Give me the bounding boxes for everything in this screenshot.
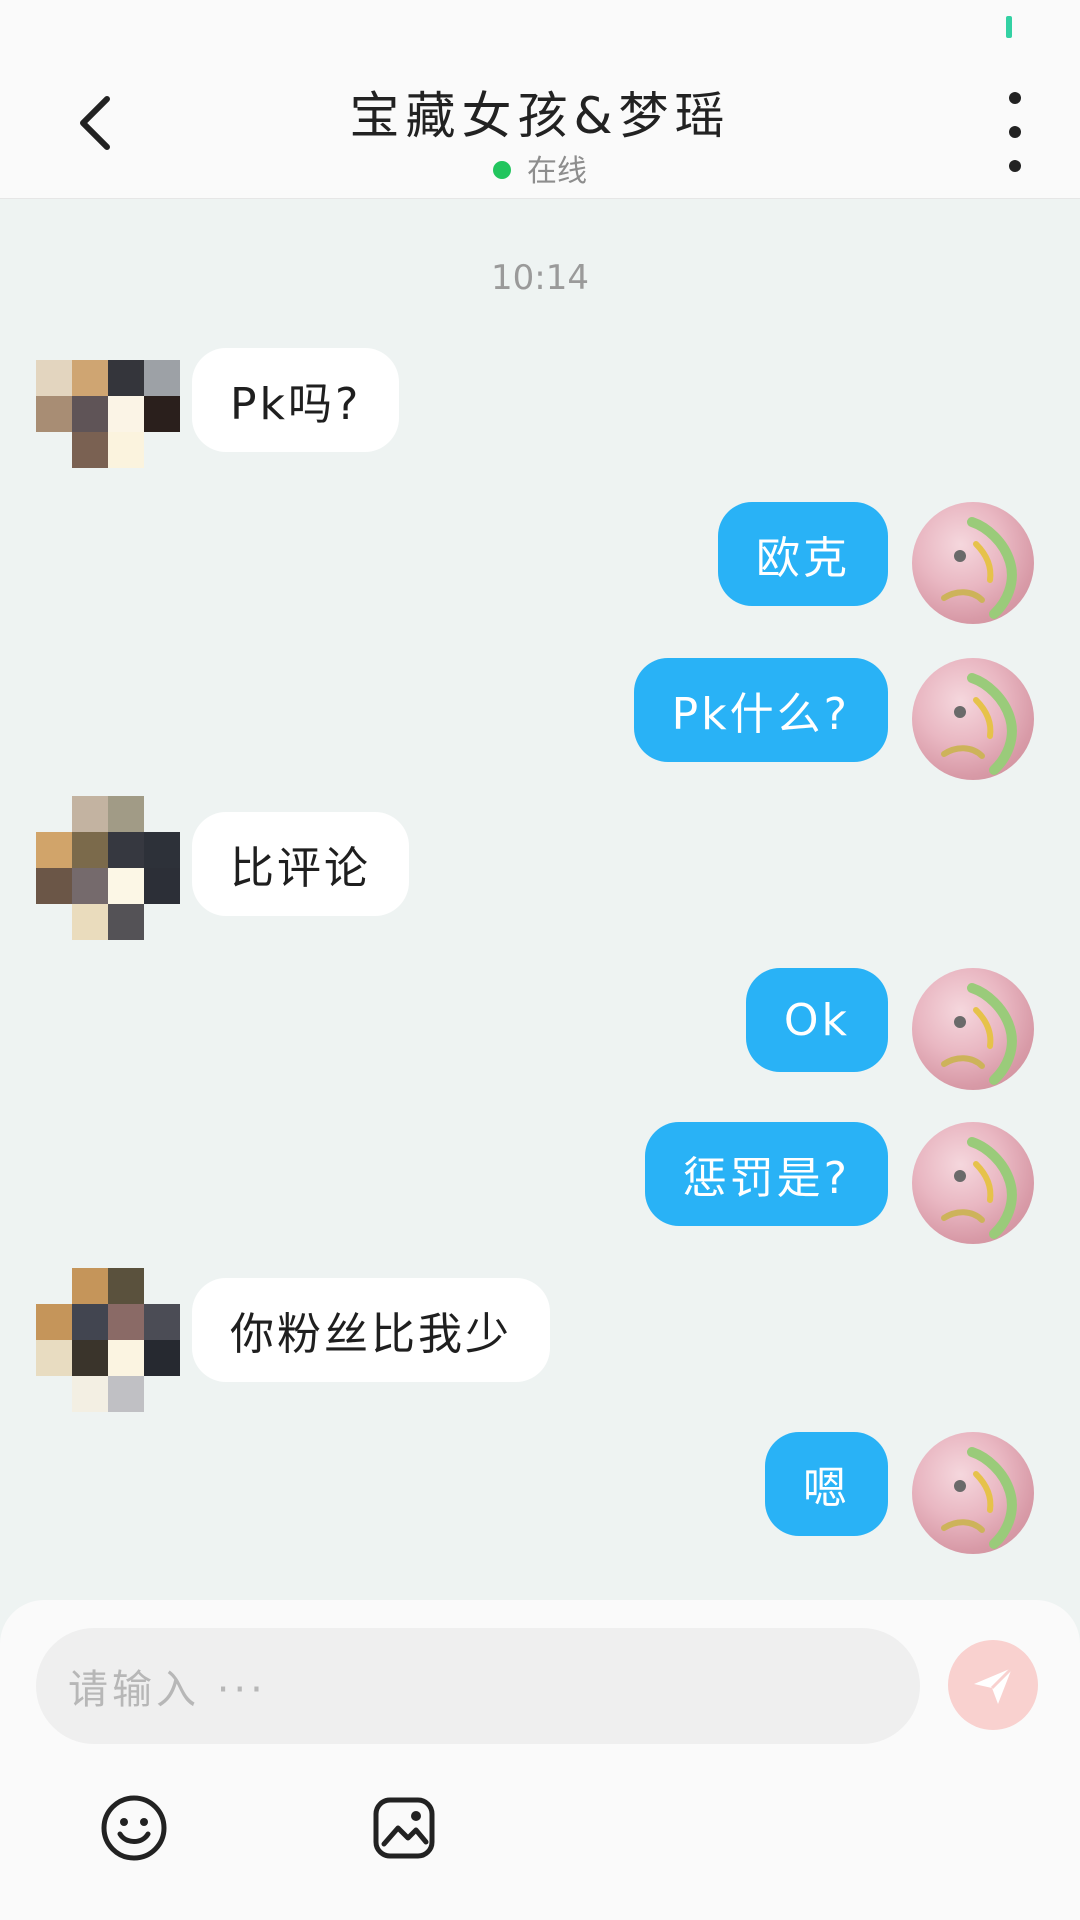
paper-plane-icon [974,1666,1014,1704]
image-button[interactable] [366,1790,442,1866]
user-avatar[interactable] [912,1432,1034,1554]
send-button[interactable] [948,1640,1038,1730]
online-status-label: 在线 [527,154,587,189]
contact-avatar[interactable] [36,796,180,940]
message-input[interactable]: 请输入 ··· [36,1628,920,1744]
user-avatar-image [941,673,1017,775]
contact-avatar[interactable] [36,360,180,504]
smile-icon [101,1795,167,1861]
online-status: 在线 [0,146,1080,190]
user-avatar[interactable] [912,658,1034,780]
message-bubble-outgoing[interactable]: 惩罚是? [644,1122,888,1226]
chat-title: 宝藏女孩&梦瑶 [349,87,731,145]
more-options-button[interactable] [985,92,1045,172]
contact-avatar[interactable] [36,1268,180,1412]
user-avatar-image [941,983,1017,1085]
message-bubble-outgoing[interactable]: 欧克 [718,502,888,606]
online-dot [493,160,511,179]
user-avatar[interactable] [912,502,1034,624]
status-bar [0,0,1080,58]
message-bubble-outgoing[interactable]: Ok [745,968,888,1072]
user-avatar-image [941,517,1017,619]
user-avatar-image [941,1447,1017,1549]
more-vertical-icon [1009,92,1021,104]
user-avatar[interactable] [912,968,1034,1090]
user-avatar[interactable] [912,1122,1034,1244]
message-timestamp: 10:14 [491,258,589,298]
message-bubble-incoming[interactable]: 比评论 [192,812,409,916]
image-icon [373,1797,435,1859]
message-bubble-incoming[interactable]: Pk吗? [192,348,400,452]
message-bubble-outgoing[interactable]: 嗯 [765,1432,888,1536]
signal-indicator [1006,16,1012,38]
message-composer: 请输入 ··· [0,1600,1080,1920]
chat-header: 宝藏女孩&梦瑶 在线 [0,58,1080,199]
user-avatar-image [941,1137,1017,1239]
message-input-placeholder: 请输入 ··· [68,1667,267,1713]
emoji-button[interactable] [96,1790,172,1866]
message-bubble-incoming[interactable]: 你粉丝比我少 [192,1278,550,1382]
message-bubble-outgoing[interactable]: Pk什么? [633,658,888,762]
